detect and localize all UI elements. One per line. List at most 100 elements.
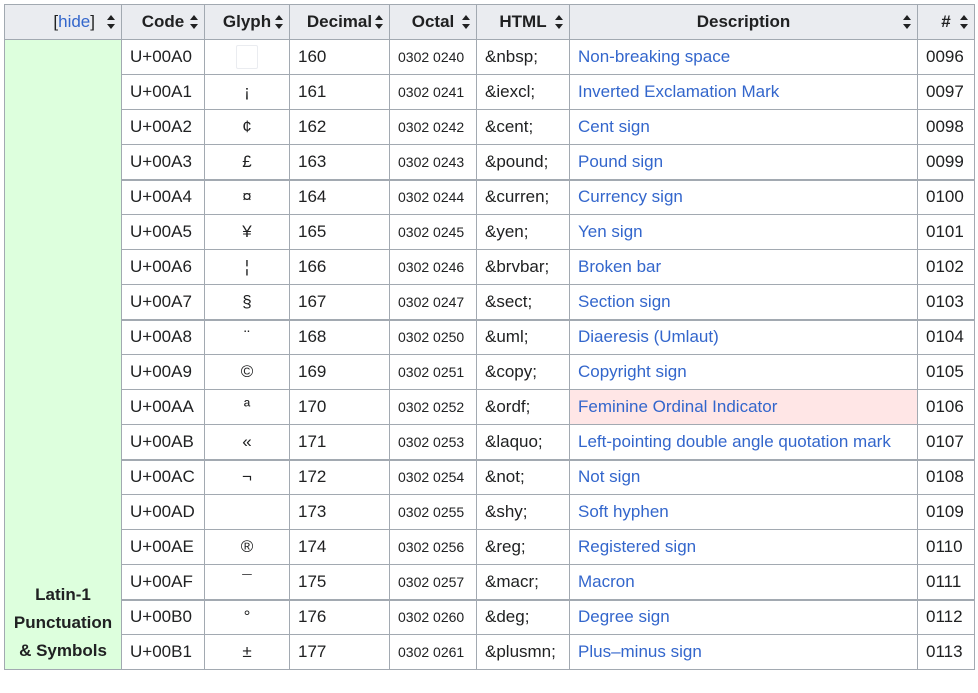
table-row: U+00A7 § 167 0302 0247 &sect; Section sign 010… <box>5 284 975 320</box>
decimal-cell: 168 <box>289 318 390 355</box>
sort-icon[interactable] <box>275 15 283 29</box>
glyph-cell <box>204 494 290 530</box>
description-link[interactable]: Cent sign <box>578 117 650 136</box>
description-link[interactable]: Degree sign <box>578 607 670 626</box>
column-header-octal-label: Octal <box>411 12 455 31</box>
code-cell: U+00B0 <box>121 598 205 635</box>
number-cell: 0096 <box>917 39 975 75</box>
group-label-line-2: Punctuation <box>13 613 113 632</box>
description-link[interactable]: Plus–minus sign <box>578 642 702 661</box>
description-link[interactable]: Diaeresis (Umlaut) <box>578 327 719 346</box>
octal-cell: 0302 0254 <box>389 458 477 495</box>
column-header-octal[interactable]: Octal <box>389 4 477 40</box>
description-link[interactable]: Copyright sign <box>578 362 687 381</box>
glyph-cell: ¦ <box>204 249 290 285</box>
code-cell: U+00AD <box>121 494 205 530</box>
column-header-html[interactable]: HTML <box>476 4 570 40</box>
number-cell: 0097 <box>917 74 975 110</box>
glyph-text: £ <box>242 151 252 171</box>
code-cell: U+00A9 <box>121 354 205 390</box>
sort-icon[interactable] <box>903 15 911 29</box>
column-header-number[interactable]: # <box>917 4 975 40</box>
hide-link[interactable]: hide <box>58 12 90 31</box>
description-cell: Degree sign <box>569 598 918 635</box>
column-header-glyph[interactable]: Glyph <box>204 4 290 40</box>
description-link[interactable]: Pound sign <box>578 152 663 171</box>
description-link[interactable]: Section sign <box>578 292 671 311</box>
glyph-text: ¥ <box>242 222 252 241</box>
html-entity-cell: &copy; <box>476 354 570 390</box>
glyph-text: ª <box>243 397 251 416</box>
code-cell: U+00AB <box>121 424 205 460</box>
html-entity-cell: &deg; <box>476 598 570 635</box>
octal-cell: 0302 0252 <box>389 389 477 425</box>
table-row: U+00B0 ° 176 0302 0260 &deg; Degree sign 0112 <box>5 598 975 635</box>
description-cell: Yen sign <box>569 214 918 250</box>
description-cell: Soft hyphen <box>569 494 918 530</box>
table-row: U+00AF ¯ 175 0302 0257 &macr; Macron 0111 <box>5 564 975 600</box>
hide-toggle-header: [hide] <box>4 4 122 40</box>
description-link[interactable]: Yen sign <box>578 222 643 241</box>
table-row: U+00AC ¬ 172 0302 0254 &not; Not sign 0108 <box>5 458 975 495</box>
number-cell: 0111 <box>917 564 975 600</box>
table-row: U+00A1 ¡ 161 0302 0241 &iexcl; Inverted Excla… <box>5 74 975 110</box>
description-cell: Left-pointing double angle quotation mar… <box>569 424 918 460</box>
html-entity-cell: &cent; <box>476 109 570 145</box>
description-link[interactable]: Currency sign <box>578 187 683 206</box>
column-header-description[interactable]: Description <box>569 4 918 40</box>
description-link[interactable]: Left-pointing double angle quotation mar… <box>578 432 891 451</box>
sort-icon[interactable] <box>107 15 115 29</box>
number-cell: 0100 <box>917 178 975 215</box>
html-entity-cell: &pound; <box>476 144 570 180</box>
description-link[interactable]: Not sign <box>578 467 640 486</box>
html-entity-cell: &brvbar; <box>476 249 570 285</box>
sort-icon[interactable] <box>190 15 198 29</box>
description-link[interactable]: Feminine Ordinal Indicator <box>578 397 777 416</box>
glyph-cell: ¡ <box>204 74 290 110</box>
description-cell: Inverted Exclamation Mark <box>569 74 918 110</box>
glyph-text: ¯ <box>242 571 252 591</box>
decimal-cell: 165 <box>289 214 390 250</box>
description-link[interactable]: Soft hyphen <box>578 502 669 521</box>
html-entity-cell: &curren; <box>476 178 570 215</box>
description-cell: Plus–minus sign <box>569 634 918 670</box>
code-cell: U+00A5 <box>121 214 205 250</box>
description-link[interactable]: Broken bar <box>578 257 661 276</box>
description-cell: Non-breaking space <box>569 39 918 75</box>
glyph-text: ± <box>242 642 252 661</box>
column-header-decimal[interactable]: Decimal <box>289 4 390 40</box>
description-link[interactable]: Registered sign <box>578 537 696 556</box>
code-cell: U+00AE <box>121 529 205 565</box>
octal-cell: 0302 0251 <box>389 354 477 390</box>
sort-icon[interactable] <box>462 15 470 29</box>
number-cell: 0098 <box>917 109 975 145</box>
html-entity-cell: &reg; <box>476 529 570 565</box>
glyph-cell <box>204 39 290 75</box>
sort-icon[interactable] <box>375 15 383 29</box>
column-header-code[interactable]: Code <box>121 4 205 40</box>
table-row: U+00AA ª 170 0302 0252 &ordf; Feminine Ordina… <box>5 389 975 425</box>
octal-cell: 0302 0260 <box>389 598 477 635</box>
octal-cell: 0302 0255 <box>389 494 477 530</box>
octal-cell: 0302 0243 <box>389 144 477 180</box>
column-header-html-label: HTML <box>499 12 547 31</box>
column-header-number-label: # <box>941 12 951 31</box>
description-link[interactable]: Inverted Exclamation Mark <box>578 82 779 101</box>
description-cell: Diaeresis (Umlaut) <box>569 318 918 355</box>
description-link[interactable]: Non-breaking space <box>578 47 730 66</box>
sort-icon[interactable] <box>555 15 563 29</box>
description-cell: Section sign <box>569 284 918 320</box>
octal-cell: 0302 0241 <box>389 74 477 110</box>
group-label-line-3: & Symbols <box>19 641 107 660</box>
glyph-cell: ° <box>204 598 290 635</box>
sort-icon[interactable] <box>960 15 968 29</box>
html-entity-cell: &macr; <box>476 564 570 600</box>
table-row: U+00B1 ±177 0302 0261 &plusmn; Plus–minus si… <box>5 634 975 670</box>
hide-bracket-close: ] <box>90 12 95 31</box>
code-cell: U+00A1 <box>121 74 205 110</box>
number-cell: 0099 <box>917 144 975 180</box>
glyph-text: ® <box>240 537 254 556</box>
decimal-cell: 160 <box>289 39 390 75</box>
number-cell: 0103 <box>917 284 975 320</box>
description-link[interactable]: Macron <box>578 572 635 591</box>
